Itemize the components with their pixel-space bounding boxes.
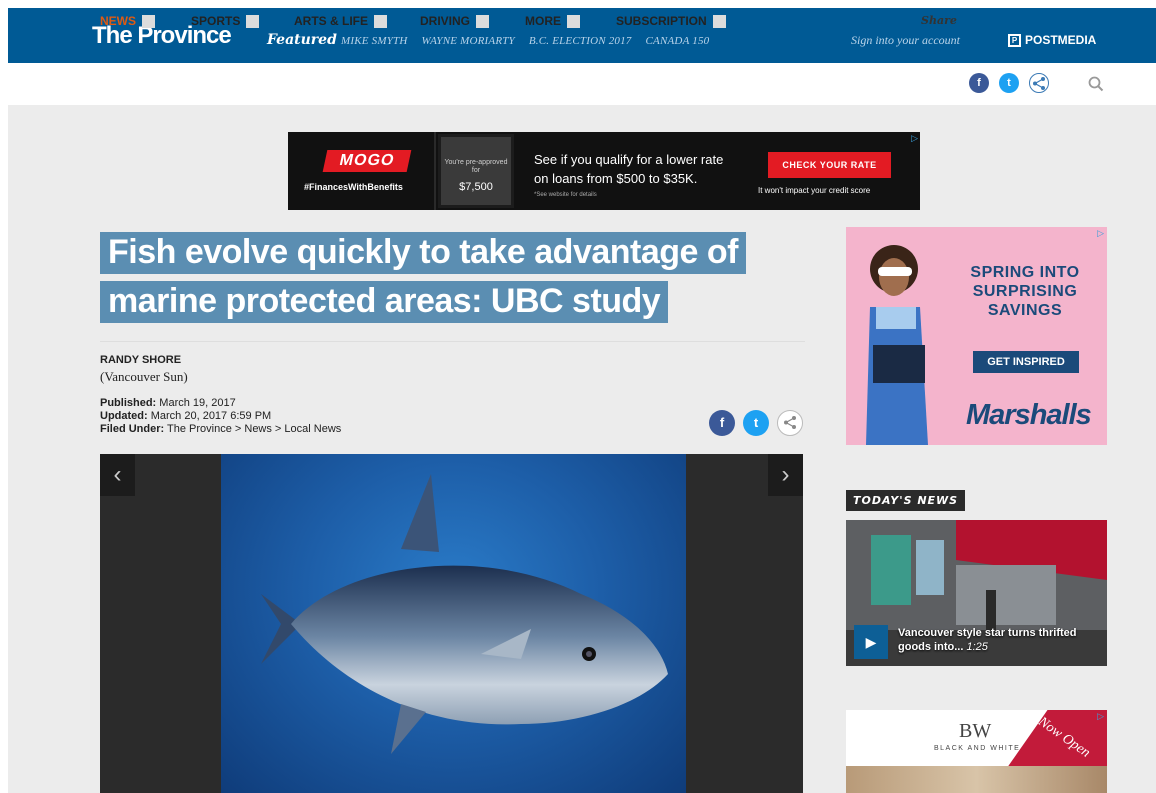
mogo-logo: MOGO	[322, 150, 412, 172]
featured-link-bc-election[interactable]: B.C. ELECTION 2017	[529, 35, 632, 47]
mogo-panel: MOGO #FinancesWithBenefits	[288, 132, 436, 210]
filed-under-label: Filed Under:	[100, 423, 165, 435]
chevron-down-icon[interactable]	[142, 14, 155, 28]
nav-item-subscription[interactable]: SUBSCRIPTION	[616, 14, 726, 28]
headline-text: Fish evolve quickly to take advantage of…	[100, 232, 746, 323]
chevron-down-icon[interactable]	[712, 14, 726, 28]
filed-under-breadcrumb[interactable]: The Province > News > Local News	[167, 423, 341, 435]
headline-divider	[100, 341, 805, 342]
ad-note: It won't impact your credit score	[758, 186, 871, 195]
building-image	[846, 766, 1107, 793]
phone-graphic: You're pre-approved for $7,500	[438, 134, 514, 208]
chevron-down-icon[interactable]	[374, 14, 387, 28]
adchoices-icon[interactable]: ▷	[911, 133, 918, 144]
facebook-icon[interactable]: f	[709, 410, 735, 436]
marshalls-logo: Marshalls	[966, 399, 1092, 431]
ad-headline-line2: on loans from $500 to $35K.	[534, 171, 698, 186]
marshalls-headline: SPRING INTO SURPRISING SAVINGS	[970, 264, 1080, 319]
postmedia-link[interactable]: P POSTMEDIA	[1008, 33, 1096, 47]
gallery-prev-arrow[interactable]: ‹	[100, 454, 135, 496]
marshalls-ad[interactable]: SPRING INTO SURPRISING SAVINGS GET INSPI…	[846, 227, 1107, 445]
nav-label-more: MORE	[525, 14, 561, 28]
photo-gallery: ‹ ›	[100, 454, 803, 793]
article-headline: Fish evolve quickly to take advantage of…	[100, 228, 746, 326]
nav-label-sports: SPORTS	[191, 14, 241, 28]
nav-label-subscription: SUBSCRIPTION	[616, 14, 707, 28]
ad-headline-line1: See if you qualify for a lower rate	[534, 152, 724, 167]
share-icon[interactable]	[1029, 73, 1049, 93]
updated-date: March 20, 2017 6:59 PM	[150, 410, 272, 422]
sign-in-link[interactable]: Sign into your account	[851, 33, 960, 48]
gallery-next-arrow[interactable]: ›	[768, 454, 803, 496]
adchoices-icon[interactable]: ▷	[1097, 228, 1104, 239]
check-rate-button[interactable]: CHECK YOUR RATE	[768, 152, 891, 178]
featured-link-mike-smyth[interactable]: MIKE SMYTH	[341, 35, 407, 47]
news-card-title[interactable]: Vancouver style star turns thrifted good…	[898, 626, 1098, 654]
author-byline[interactable]: RANDY SHORE	[100, 354, 181, 366]
play-icon[interactable]: ▶	[854, 625, 888, 659]
twitter-icon[interactable]: t	[743, 410, 769, 436]
featured-links: MIKE SMYTH WAYNE MORIARTY B.C. ELECTION …	[341, 35, 709, 47]
todays-news-label: TODAY'S NEWS	[846, 490, 966, 511]
nav-label-arts-life: ARTS & LIFE	[294, 14, 368, 28]
get-inspired-button[interactable]: GET INSPIRED	[973, 351, 1079, 373]
tuna-photo[interactable]	[221, 454, 686, 793]
mogo-tagline: #FinancesWithBenefits	[304, 182, 403, 192]
featured-label: Featured	[267, 32, 337, 48]
published-label: Published:	[100, 397, 157, 409]
nav-item-driving[interactable]: DRIVING	[420, 14, 490, 28]
chevron-down-icon[interactable]	[567, 14, 580, 28]
phone-text: You're pre-approved for	[444, 159, 508, 174]
phone-amount: $7,500	[459, 181, 493, 193]
updated-label: Updated:	[100, 410, 148, 422]
featured-link-canada-150[interactable]: CANADA 150	[646, 35, 710, 47]
search-icon[interactable]	[1088, 76, 1104, 92]
model-illustration	[866, 245, 928, 445]
nav-label-driving: DRIVING	[420, 14, 471, 28]
chevron-down-icon[interactable]	[246, 14, 260, 28]
nav-item-news[interactable]: NEWS	[100, 14, 155, 28]
nav-item-sports[interactable]: SPORTS	[191, 14, 260, 28]
share-label: Share	[921, 14, 957, 27]
headline-line2: marine protected areas: UBC study	[108, 282, 661, 320]
nav-item-more[interactable]: MORE	[525, 14, 580, 28]
share-icon[interactable]	[777, 410, 803, 436]
bw-logo: BW	[959, 720, 992, 742]
adchoices-icon[interactable]: ▷	[1097, 711, 1104, 722]
headline-line1: Fish evolve quickly to take advantage of	[108, 233, 738, 271]
nav-item-arts-life[interactable]: ARTS & LIFE	[294, 14, 387, 28]
black-and-white-ad[interactable]: Now Open BW BLACK AND WHITE ▷	[846, 710, 1107, 793]
ad-fine-print: *See website for details	[534, 192, 597, 198]
article-meta: Published: March 19, 2017 Updated: March…	[100, 397, 341, 436]
twitter-icon[interactable]: t	[999, 73, 1019, 93]
article-source: (Vancouver Sun)	[100, 369, 188, 384]
featured-link-wayne-moriarty[interactable]: WAYNE MORIARTY	[421, 35, 514, 47]
leaderboard-ad[interactable]: MOGO #FinancesWithBenefits You're pre-ap…	[288, 132, 920, 210]
postmedia-logo-icon: P	[1008, 33, 1021, 47]
news-video-card[interactable]: ▶ Vancouver style star turns thrifted go…	[846, 520, 1107, 666]
video-duration: 1:25	[966, 641, 988, 653]
nav-label-news: NEWS	[100, 14, 136, 28]
facebook-icon[interactable]: f	[969, 73, 989, 93]
published-date: March 19, 2017	[159, 397, 236, 409]
ad-headline: See if you qualify for a lower rate on l…	[534, 150, 723, 188]
bw-name: BLACK AND WHITE	[934, 745, 1021, 752]
chevron-down-icon[interactable]	[476, 14, 490, 28]
tuna-illustration	[261, 474, 668, 754]
postmedia-label: POSTMEDIA	[1025, 33, 1097, 47]
